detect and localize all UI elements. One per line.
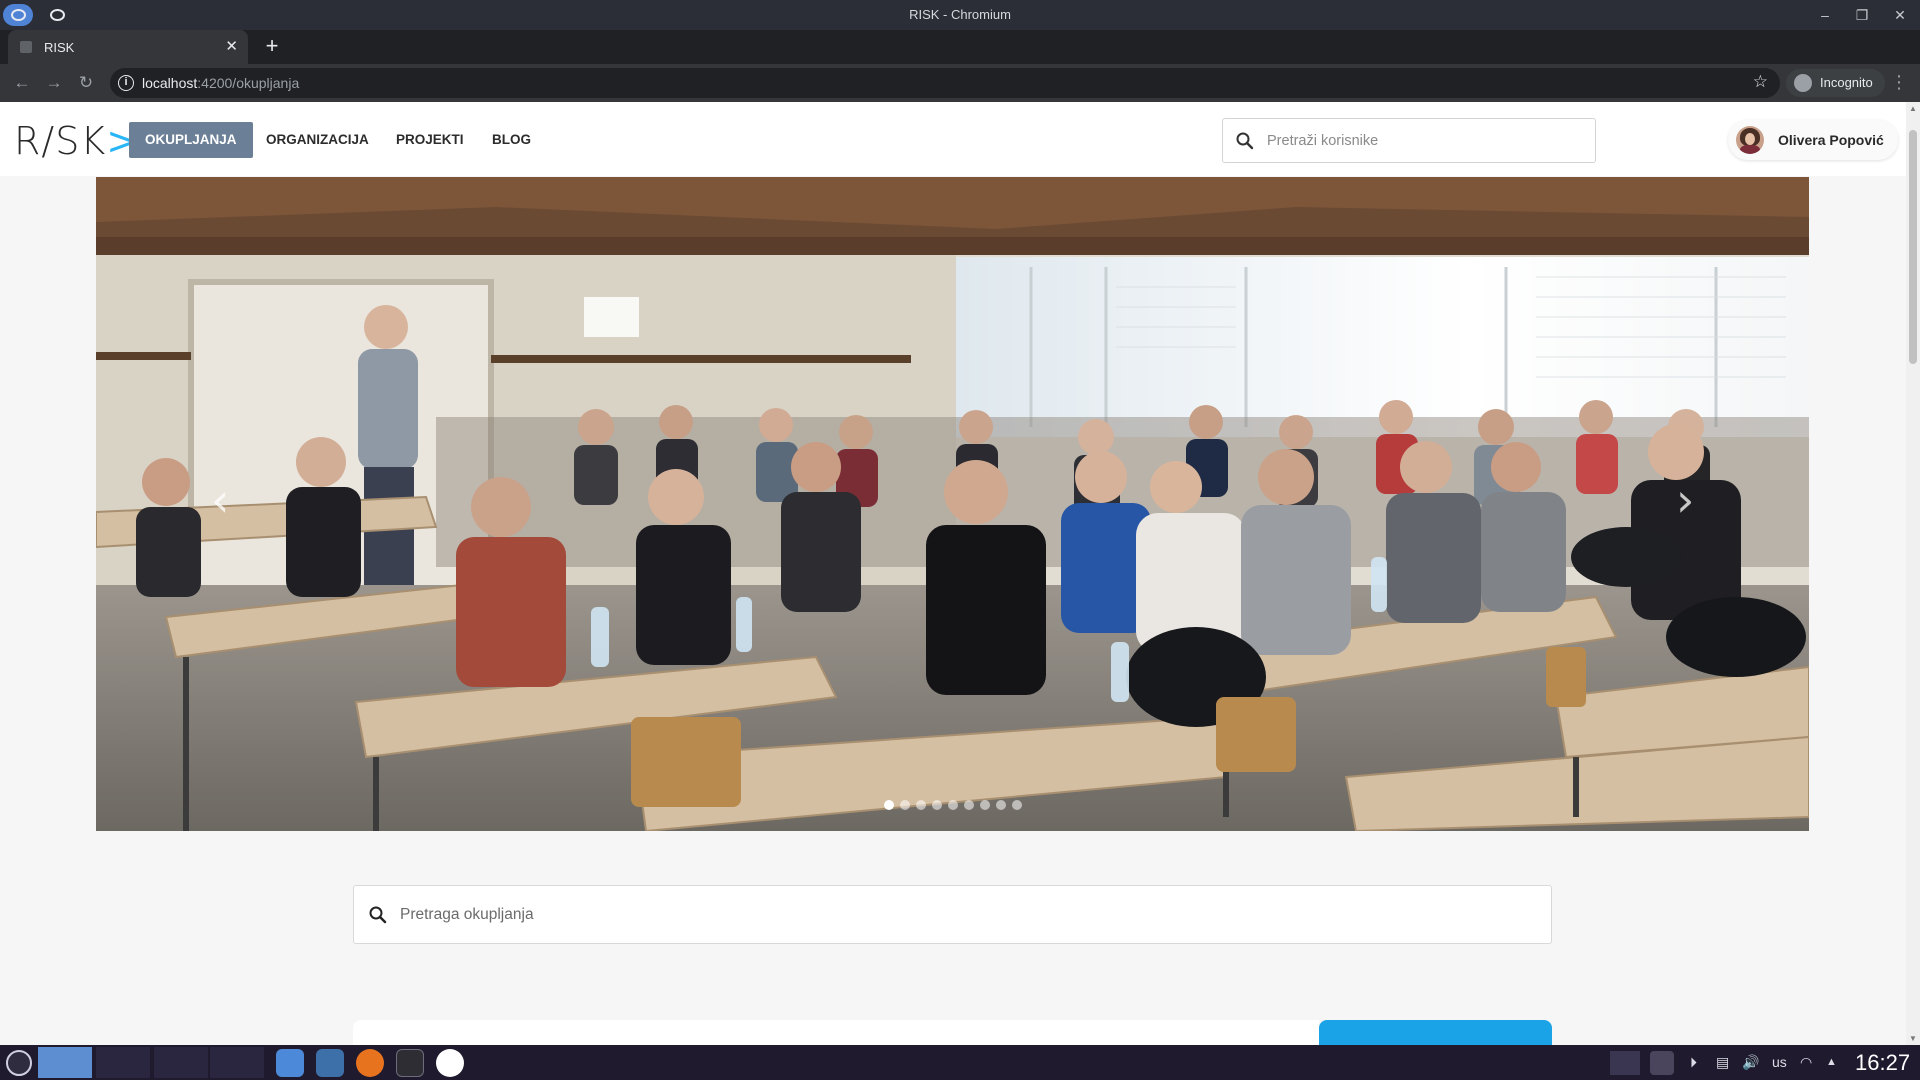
carousel-dot[interactable]	[964, 800, 974, 810]
app-green-icon[interactable]	[436, 1049, 464, 1077]
info-icon[interactable]: i	[118, 75, 134, 91]
tab-strip: RISK ✕ +	[0, 30, 1920, 64]
user-name: Olivera Popović	[1778, 132, 1884, 148]
site-navbar: R/SK> OKUPLJANJA ORGANIZACIJA PROJEKTI B…	[0, 102, 1906, 176]
carousel-photo	[96, 177, 1809, 831]
user-profile-chip[interactable]: Olivera Popović	[1728, 120, 1898, 160]
search-icon	[369, 906, 387, 924]
clock[interactable]: 16:27	[1855, 1050, 1910, 1076]
nav-okupljanja[interactable]: OKUPLJANJA	[129, 122, 253, 158]
carousel-dot[interactable]	[884, 800, 894, 810]
avatar	[1736, 126, 1764, 154]
nav-blog[interactable]: BLOG	[476, 122, 547, 158]
scroll-down-icon[interactable]: ▼	[1909, 1034, 1917, 1043]
back-icon[interactable]: ←	[11, 72, 33, 94]
recycle-icon[interactable]	[1650, 1051, 1674, 1075]
reload-icon[interactable]: ↻	[75, 72, 97, 94]
carousel-dot[interactable]	[932, 800, 942, 810]
tab-title: RISK	[44, 40, 75, 55]
carousel-dot[interactable]	[948, 800, 958, 810]
firefox-icon[interactable]	[356, 1049, 384, 1077]
os-taskbar: ⏵ ▤ 🔊 us ◠ ▲ 16:27	[0, 1045, 1920, 1080]
clipboard-icon[interactable]: ▤	[1716, 1054, 1729, 1071]
window-title: RISK - Chromium	[909, 7, 1011, 22]
wifi-icon[interactable]: ◠	[1800, 1054, 1812, 1071]
volume-icon[interactable]: 🔊	[1742, 1054, 1759, 1071]
minimize-icon[interactable]: –	[1815, 5, 1835, 25]
new-tab-icon[interactable]: +	[260, 35, 284, 59]
user-search-input[interactable]	[1267, 119, 1587, 162]
scrollbar-thumb[interactable]	[1909, 130, 1917, 364]
carousel-next-button[interactable]: ›	[1676, 477, 1694, 523]
carousel-dot[interactable]	[996, 800, 1006, 810]
workspace-3[interactable]	[154, 1047, 208, 1078]
carousel-prev-button[interactable]: ‹	[211, 477, 229, 523]
workspace-4[interactable]	[210, 1047, 264, 1078]
chromium-icon[interactable]	[276, 1049, 304, 1077]
media-icon[interactable]: ⏵	[1690, 1054, 1697, 1071]
file-manager-icon[interactable]	[316, 1049, 344, 1077]
meetup-search-box[interactable]	[353, 885, 1552, 944]
forward-icon[interactable]: →	[43, 72, 65, 94]
browser-tab[interactable]: RISK ✕	[8, 30, 248, 64]
restore-icon[interactable]: ❐	[1852, 5, 1872, 25]
close-window-icon[interactable]: ✕	[1890, 5, 1910, 25]
web-page: R/SK> OKUPLJANJA ORGANIZACIJA PROJEKTI B…	[0, 102, 1920, 1045]
tray-expand-icon[interactable]: ▲	[1826, 1056, 1837, 1068]
carousel-dot[interactable]	[1012, 800, 1022, 810]
url-text[interactable]: localhost:4200/okupljanja	[142, 75, 299, 91]
bookmark-star-icon[interactable]: ☆	[1753, 72, 1768, 92]
close-tab-icon[interactable]: ✕	[225, 37, 238, 55]
meetup-search-input[interactable]	[400, 886, 1500, 943]
incognito-icon	[1794, 74, 1812, 92]
page-scrollbar[interactable]: ▲ ▼	[1906, 102, 1920, 1045]
workspace-2[interactable]	[96, 1047, 150, 1078]
nav-projekti[interactable]: PROJEKTI	[380, 122, 480, 158]
user-search-box[interactable]	[1222, 118, 1596, 163]
keyboard-layout[interactable]: us	[1772, 1054, 1787, 1070]
terminal-icon[interactable]	[396, 1049, 424, 1077]
carousel-dot[interactable]	[900, 800, 910, 810]
nav-organizacija[interactable]: ORGANIZACIJA	[250, 122, 385, 158]
screen-icon[interactable]	[1610, 1051, 1640, 1075]
search-icon	[1236, 132, 1254, 150]
image-carousel[interactable]: ‹ ›	[96, 177, 1809, 831]
scroll-up-icon[interactable]: ▲	[1909, 104, 1917, 113]
filter-bar	[353, 1020, 1319, 1045]
window-titlebar: RISK - Chromium – ❐ ✕	[0, 0, 1920, 30]
carousel-dot[interactable]	[980, 800, 990, 810]
browser-toolbar: ← → ↻ i localhost:4200/okupljanja ☆ Inco…	[0, 64, 1920, 102]
risk-logo[interactable]: R/SK>	[14, 119, 139, 163]
start-menu-button[interactable]	[2, 1047, 34, 1078]
address-bar[interactable]: i localhost:4200/okupljanja ☆	[110, 68, 1780, 98]
carousel-indicators	[884, 797, 1028, 810]
workspace-1[interactable]	[38, 1047, 92, 1078]
favicon-icon	[20, 41, 32, 53]
primary-action-button[interactable]	[1319, 1020, 1552, 1045]
carousel-dot[interactable]	[916, 800, 926, 810]
incognito-badge[interactable]: Incognito	[1786, 69, 1885, 97]
browser-menu-icon[interactable]: ⋮	[1890, 72, 1908, 92]
